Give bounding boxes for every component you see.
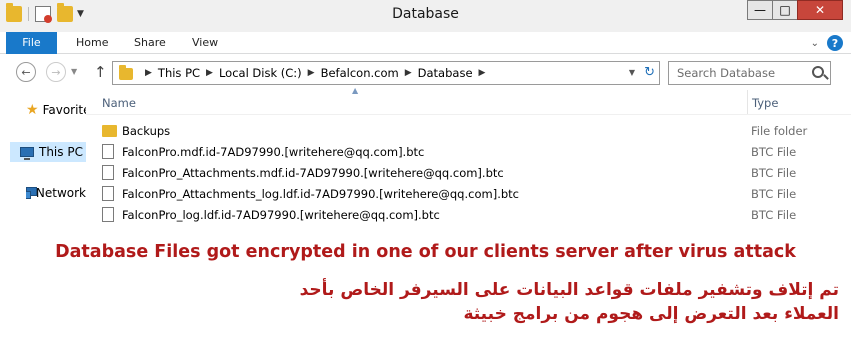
breadcrumb-separator-icon[interactable]: ▶: [308, 68, 315, 78]
nav-item-label: Favorites: [42, 103, 86, 117]
breadcrumb-this-pc[interactable]: This PC: [158, 66, 200, 80]
nav-item-network[interactable]: Network: [26, 186, 86, 200]
file-icon: [102, 165, 114, 180]
tab-view[interactable]: View: [192, 32, 218, 54]
nav-item-label: Network: [35, 186, 86, 200]
folder-icon: [102, 125, 117, 137]
minimize-button[interactable]: —: [747, 0, 773, 20]
breadcrumb-separator-icon[interactable]: ▶: [479, 68, 486, 78]
caption-arabic: تم إتلاف وتشفير ملفات قواعد البيانات على…: [299, 280, 839, 324]
file-type: BTC File: [751, 145, 797, 159]
recent-locations-chevron-icon[interactable]: ▼: [71, 67, 77, 76]
file-icon: [102, 144, 114, 159]
nav-item-favorites[interactable]: ★ Favorites: [26, 102, 86, 118]
title-bar: ▼ Database — □ ✕: [0, 0, 851, 32]
file-icon: [102, 186, 114, 201]
navigation-pane: ★ Favorites This PC Network: [0, 90, 86, 240]
help-icon[interactable]: ?: [827, 35, 843, 51]
network-icon: [26, 187, 37, 199]
close-button[interactable]: ✕: [797, 0, 843, 20]
computer-icon: [20, 147, 34, 160]
file-type: BTC File: [751, 208, 797, 222]
tab-share[interactable]: Share: [134, 32, 166, 54]
breadcrumb-local-disk[interactable]: Local Disk (C:): [219, 66, 302, 80]
file-type: BTC File: [751, 187, 797, 201]
sort-ascending-icon: ▲: [352, 86, 359, 95]
address-bar[interactable]: ▶ This PC ▶ Local Disk (C:) ▶ Befalcon.c…: [112, 61, 660, 85]
search-input[interactable]: [677, 66, 807, 80]
list-item[interactable]: FalconPro.mdf.id-7AD97990.[writehere@qq.…: [86, 141, 851, 162]
nav-item-label: This PC: [39, 145, 83, 159]
refresh-icon[interactable]: ↻: [644, 65, 655, 80]
file-list: ▲ Name Type Backups File folder FalconPr…: [86, 86, 851, 235]
file-name: FalconPro_Attachments_log.ldf.id-7AD9799…: [122, 187, 519, 201]
window-title: Database: [392, 6, 459, 22]
star-icon: ★: [26, 102, 39, 118]
list-item[interactable]: FalconPro_Attachments_log.ldf.id-7AD9799…: [86, 183, 851, 204]
nav-item-this-pc[interactable]: This PC: [10, 142, 86, 162]
file-name: FalconPro_Attachments.mdf.id-7AD97990.[w…: [122, 166, 504, 180]
column-divider[interactable]: [747, 90, 748, 114]
breadcrumb-separator-icon[interactable]: ▶: [145, 68, 152, 78]
header-divider: [86, 114, 851, 115]
expand-ribbon-chevron-down-icon[interactable]: ⌄: [811, 38, 819, 49]
up-arrow-icon[interactable]: ↑: [94, 63, 107, 81]
address-row: ← → ▼ ↑ ▶ This PC ▶ Local Disk (C:) ▶ Be…: [0, 54, 851, 90]
list-item[interactable]: FalconPro_log.ldf.id-7AD97990.[writehere…: [86, 204, 851, 225]
column-header-name[interactable]: Name: [102, 96, 136, 110]
ribbon-tabs: File Home Share View ⌄ ?: [0, 32, 851, 54]
maximize-button[interactable]: □: [772, 0, 798, 20]
column-header-type[interactable]: Type: [752, 96, 778, 110]
breadcrumb-befalcon[interactable]: Befalcon.com: [321, 66, 399, 80]
tab-file[interactable]: File: [6, 32, 57, 54]
file-icon: [102, 207, 114, 222]
search-icon[interactable]: [812, 66, 824, 78]
caption-english: Database Files got encrypted in one of o…: [55, 242, 796, 262]
file-type: BTC File: [751, 166, 797, 180]
breadcrumb-database[interactable]: Database: [418, 66, 473, 80]
ribbon-right-controls: ⌄ ?: [811, 35, 843, 51]
list-item[interactable]: Backups File folder: [86, 120, 851, 141]
breadcrumb-separator-icon[interactable]: ▶: [405, 68, 412, 78]
forward-button[interactable]: →: [46, 62, 66, 82]
file-name: FalconPro_log.ldf.id-7AD97990.[writehere…: [122, 208, 440, 222]
back-button[interactable]: ←: [16, 62, 36, 82]
window-controls: — □ ✕: [747, 0, 843, 20]
address-history-chevron-icon[interactable]: ▼: [629, 68, 635, 77]
list-item[interactable]: FalconPro_Attachments.mdf.id-7AD97990.[w…: [86, 162, 851, 183]
address-folder-icon: [119, 65, 133, 80]
file-name: FalconPro.mdf.id-7AD97990.[writehere@qq.…: [122, 145, 425, 159]
search-box: [668, 61, 831, 85]
tab-home[interactable]: Home: [76, 32, 108, 54]
breadcrumb-separator-icon[interactable]: ▶: [206, 68, 213, 78]
file-name: Backups: [122, 124, 171, 138]
file-type: File folder: [751, 124, 808, 138]
